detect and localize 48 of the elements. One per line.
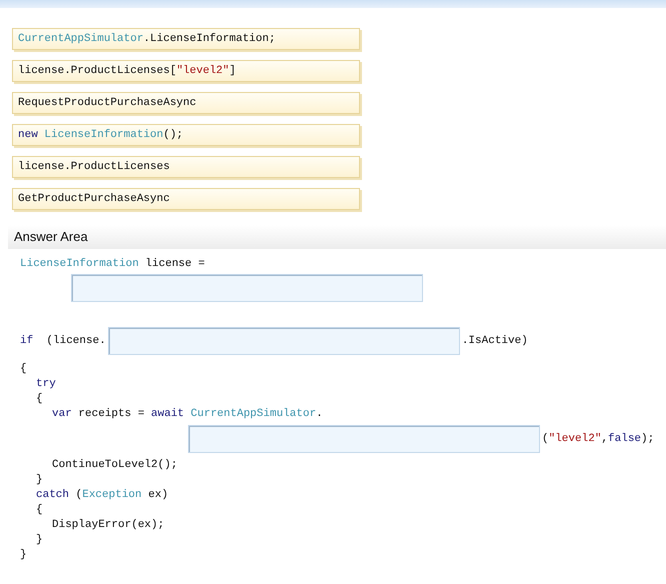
- code-option-tile[interactable]: GetProductPurchaseAsync: [12, 188, 360, 210]
- answer-field[interactable]: [188, 425, 540, 453]
- code-token: "level2": [176, 64, 230, 79]
- code-token: ();: [163, 128, 184, 143]
- code-token: CurrentAppSimulator: [190, 407, 316, 422]
- code-token: license.ProductLicenses[: [18, 64, 176, 79]
- code-token: {: [20, 362, 27, 378]
- code-token: (: [542, 432, 549, 447]
- answer-field[interactable]: [71, 274, 423, 302]
- code-option-tile[interactable]: license.ProductLicenses["level2"]: [12, 60, 360, 82]
- code-token: (license.: [45, 334, 106, 349]
- code-token: ContinueToLevel2();: [52, 458, 178, 474]
- code-token: }: [36, 473, 43, 488]
- code-token: (: [74, 488, 82, 504]
- code-token: false: [608, 432, 642, 447]
- code-token: }: [20, 548, 27, 564]
- code-option-tile[interactable]: license.ProductLicenses: [12, 156, 360, 178]
- code-token: ,: [601, 432, 608, 447]
- code-token: "level2": [548, 432, 602, 447]
- code-token: license.ProductLicenses: [18, 160, 170, 175]
- code-option-tile[interactable]: RequestProductPurchaseAsync: [12, 92, 360, 114]
- code-token: Exception: [82, 488, 142, 504]
- code-token: new: [18, 128, 38, 143]
- code-token: receipts =: [77, 407, 146, 422]
- code-token: try: [36, 377, 56, 392]
- code-option-tile[interactable]: new LicenseInformation();: [12, 124, 360, 146]
- answer-field[interactable]: [108, 327, 460, 355]
- code-token: {: [36, 503, 43, 518]
- code-token: catch: [36, 488, 70, 504]
- code-token: LicenseInformation: [43, 128, 164, 143]
- code-token: ]: [229, 64, 236, 79]
- code-option-tile[interactable]: CurrentAppSimulator.LicenseInformation;: [12, 28, 360, 50]
- code-token: LicenseInformation: [20, 257, 139, 272]
- code-token: .IsActive): [462, 334, 528, 349]
- code-token: .LicenseInformation;: [143, 32, 276, 47]
- code-token: await: [151, 407, 184, 422]
- code-token: );: [641, 432, 654, 447]
- code-token: if: [20, 334, 34, 349]
- code-token: RequestProductPurchaseAsync: [18, 96, 196, 111]
- code-token: ex): [147, 488, 168, 504]
- code-token: DisplayError(ex);: [52, 518, 164, 534]
- code-token: GetProductPurchaseAsync: [18, 192, 170, 207]
- code-token: license =: [144, 257, 205, 272]
- code-token: .: [316, 407, 323, 422]
- code-token: CurrentAppSimulator: [18, 32, 144, 47]
- code-token: var: [52, 407, 72, 422]
- code-token: }: [36, 533, 43, 548]
- code-token: {: [36, 392, 43, 408]
